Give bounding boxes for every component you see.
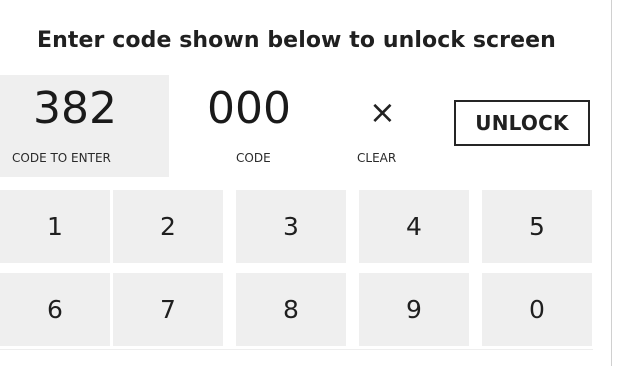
clear-label[interactable]: CLEAR <box>357 151 396 165</box>
entered-code-label: CODE <box>236 151 271 165</box>
keypad-key-3[interactable]: 3 <box>236 190 346 263</box>
keypad-key-2[interactable]: 2 <box>113 190 223 263</box>
unlock-screen: Enter code shown below to unlock screen … <box>0 0 629 366</box>
close-icon[interactable]: × <box>369 93 396 131</box>
keypad-key-6[interactable]: 6 <box>0 273 110 346</box>
entered-code: 000 <box>207 83 291 134</box>
clear-button[interactable]: × CLEAR <box>355 93 419 169</box>
unlock-instruction: Enter code shown below to unlock screen <box>37 28 556 53</box>
target-code-label: CODE TO ENTER <box>12 151 111 165</box>
keypad-key-9[interactable]: 9 <box>359 273 469 346</box>
right-divider <box>611 0 612 366</box>
keypad-key-5[interactable]: 5 <box>482 190 592 263</box>
keypad-key-7[interactable]: 7 <box>113 273 223 346</box>
keypad-key-8[interactable]: 8 <box>236 273 346 346</box>
target-code: 382 <box>33 83 117 134</box>
keypad-key-1[interactable]: 1 <box>0 190 110 263</box>
target-code-panel: 382 CODE TO ENTER <box>0 75 169 177</box>
unlock-button[interactable]: UNLOCK <box>454 100 590 146</box>
keypad-key-4[interactable]: 4 <box>359 190 469 263</box>
bottom-divider <box>0 349 593 350</box>
keypad-key-0[interactable]: 0 <box>482 273 592 346</box>
numeric-keypad: 1 2 3 4 5 6 7 8 9 0 <box>0 190 593 350</box>
